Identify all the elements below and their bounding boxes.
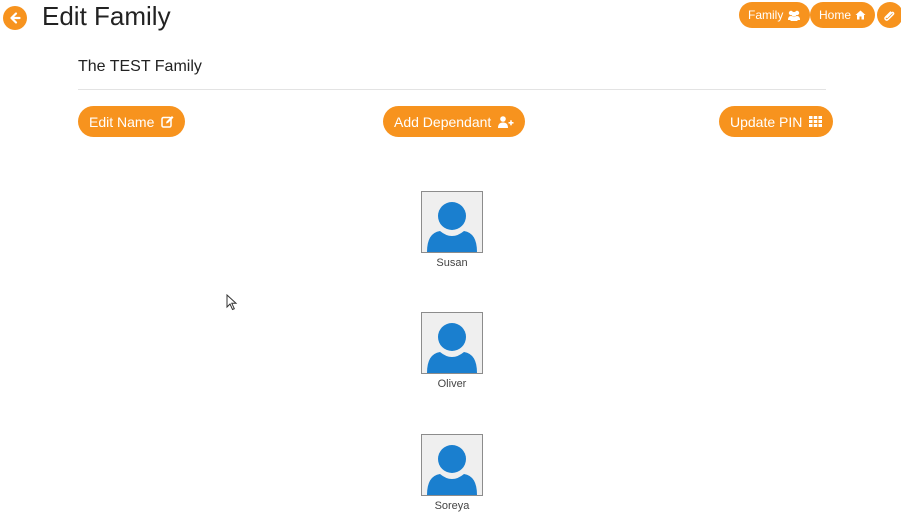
edit-name-label: Edit Name	[89, 113, 155, 130]
update-pin-label: Update PIN	[730, 113, 803, 130]
member-name: Soreya	[434, 500, 470, 512]
home-icon	[855, 10, 866, 20]
family-nav-button[interactable]: Family	[739, 2, 811, 28]
member-card[interactable]: Oliver	[402, 312, 502, 391]
back-button[interactable]	[3, 6, 27, 30]
add-dependant-button[interactable]: Add Dependant	[383, 106, 526, 137]
family-name: The TEST Family	[78, 58, 202, 75]
update-pin-button[interactable]: Update PIN	[719, 106, 834, 137]
add-dependant-label: Add Dependant	[394, 113, 492, 130]
home-nav-label: Home	[819, 8, 852, 22]
user-plus-icon	[498, 115, 514, 128]
member-card[interactable]: Susan	[402, 191, 502, 270]
avatar-icon	[421, 191, 483, 253]
arrow-left-icon	[10, 12, 21, 24]
avatar-icon	[421, 312, 483, 374]
edit-name-button[interactable]: Edit Name	[78, 106, 186, 137]
family-nav-label: Family	[748, 8, 784, 22]
home-nav-button[interactable]: Home	[810, 2, 876, 28]
avatar-icon	[421, 434, 483, 496]
divider	[78, 89, 826, 90]
keypad-icon	[809, 116, 823, 127]
mouse-cursor-icon	[226, 294, 238, 311]
edit-family-page: Edit Family Family Home The TEST Family …	[0, 0, 901, 515]
edit-icon	[161, 116, 174, 128]
member-name: Oliver	[437, 378, 467, 390]
paperclip-icon	[884, 11, 895, 21]
page-title: Edit Family	[42, 1, 171, 31]
link-nav-button[interactable]	[877, 2, 901, 28]
member-name: Susan	[436, 257, 468, 269]
member-card[interactable]: Soreya	[402, 434, 502, 513]
users-icon	[788, 10, 801, 21]
